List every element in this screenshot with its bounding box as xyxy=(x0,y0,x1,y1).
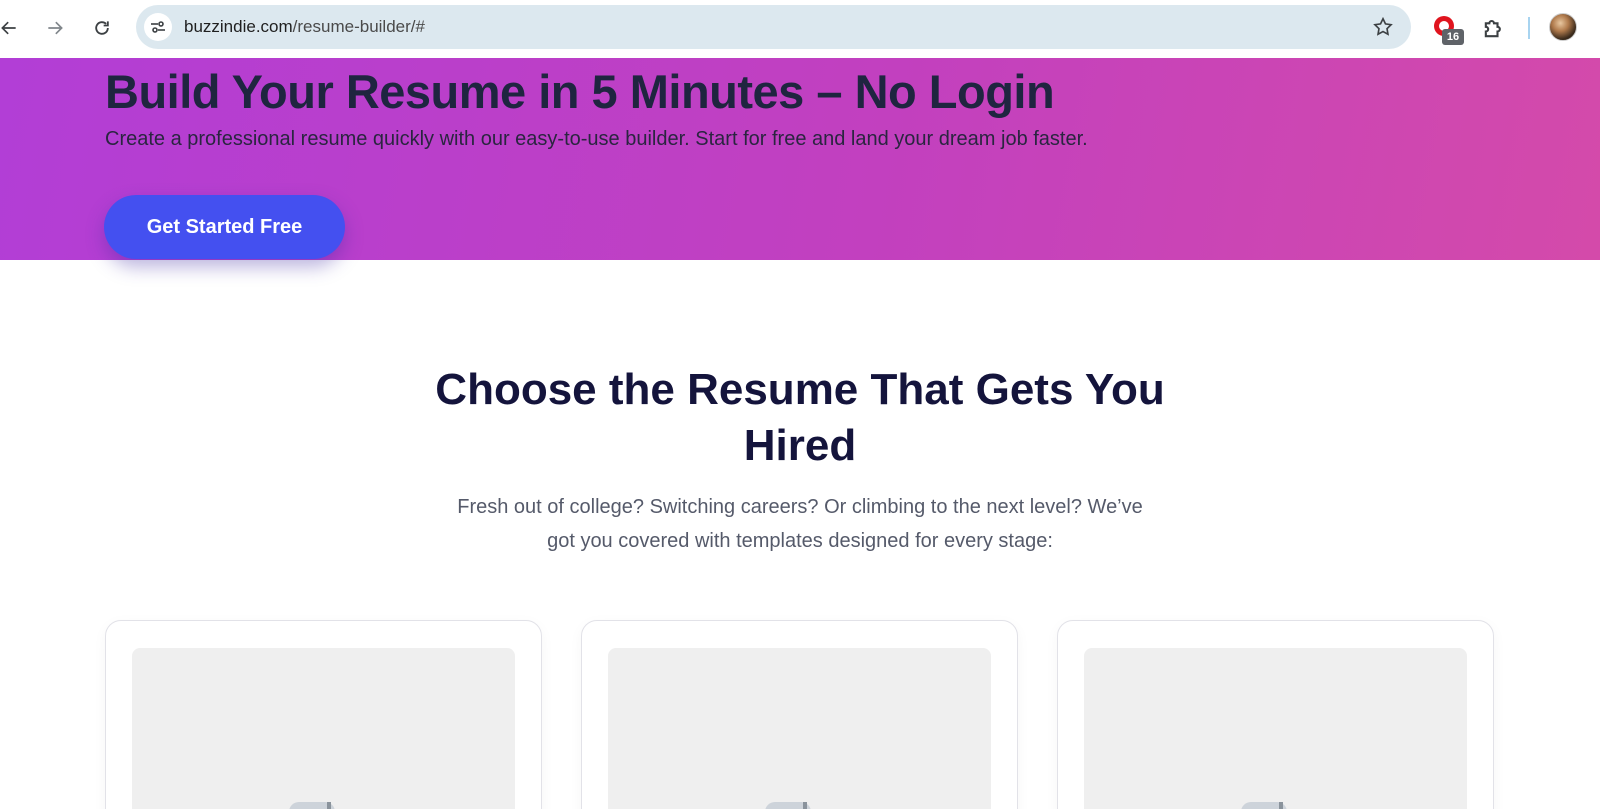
templates-subtitle-line2: got you covered with templates designed … xyxy=(547,530,1053,552)
site-info-icon[interactable] xyxy=(144,13,172,41)
templates-section-title: Choose the Resume That Gets You Hired xyxy=(0,362,1600,474)
extensions-puzzle-icon[interactable] xyxy=(1480,14,1508,42)
hero-title: Build Your Resume in 5 Minutes – No Logi… xyxy=(105,65,1055,118)
image-placeholder-icon xyxy=(765,802,835,809)
forward-arrow-icon[interactable] xyxy=(38,11,72,45)
browser-toolbar: buzzindie.com/resume-builder/# 16 xyxy=(0,0,1600,58)
templates-section-subtitle: Fresh out of college? Switching careers?… xyxy=(400,490,1200,558)
profile-avatar[interactable] xyxy=(1549,13,1577,41)
hero-banner: Build Your Resume in 5 Minutes – No Logi… xyxy=(0,58,1600,260)
bookmark-star-icon[interactable] xyxy=(1371,15,1395,39)
toolbar-divider xyxy=(1528,17,1530,39)
url-text[interactable]: buzzindie.com/resume-builder/# xyxy=(184,5,425,49)
templates-title-line1: Choose the Resume That Gets You xyxy=(435,365,1165,414)
template-card[interactable] xyxy=(1057,620,1494,809)
templates-title-line2: Hired xyxy=(743,421,857,470)
image-placeholder-icon xyxy=(1241,802,1311,809)
reload-icon[interactable] xyxy=(85,11,119,45)
templates-subtitle-line1: Fresh out of college? Switching careers?… xyxy=(457,496,1143,518)
address-bar[interactable]: buzzindie.com/resume-builder/# xyxy=(136,5,1411,49)
extension-badge-count: 16 xyxy=(1442,29,1464,45)
template-preview-image[interactable] xyxy=(1084,648,1467,809)
image-placeholder-icon xyxy=(289,802,359,809)
get-started-button[interactable]: Get Started Free xyxy=(104,195,345,259)
template-card[interactable] xyxy=(105,620,542,809)
template-card[interactable] xyxy=(581,620,1018,809)
template-preview-image[interactable] xyxy=(608,648,991,809)
hero-subtitle: Create a professional resume quickly wit… xyxy=(105,128,1088,150)
url-host: buzzindie.com xyxy=(184,17,293,36)
extension-icon[interactable]: 16 xyxy=(1432,14,1464,46)
url-path: /resume-builder/# xyxy=(292,17,425,36)
template-preview-image[interactable] xyxy=(132,648,515,809)
back-arrow-icon[interactable] xyxy=(0,11,26,45)
